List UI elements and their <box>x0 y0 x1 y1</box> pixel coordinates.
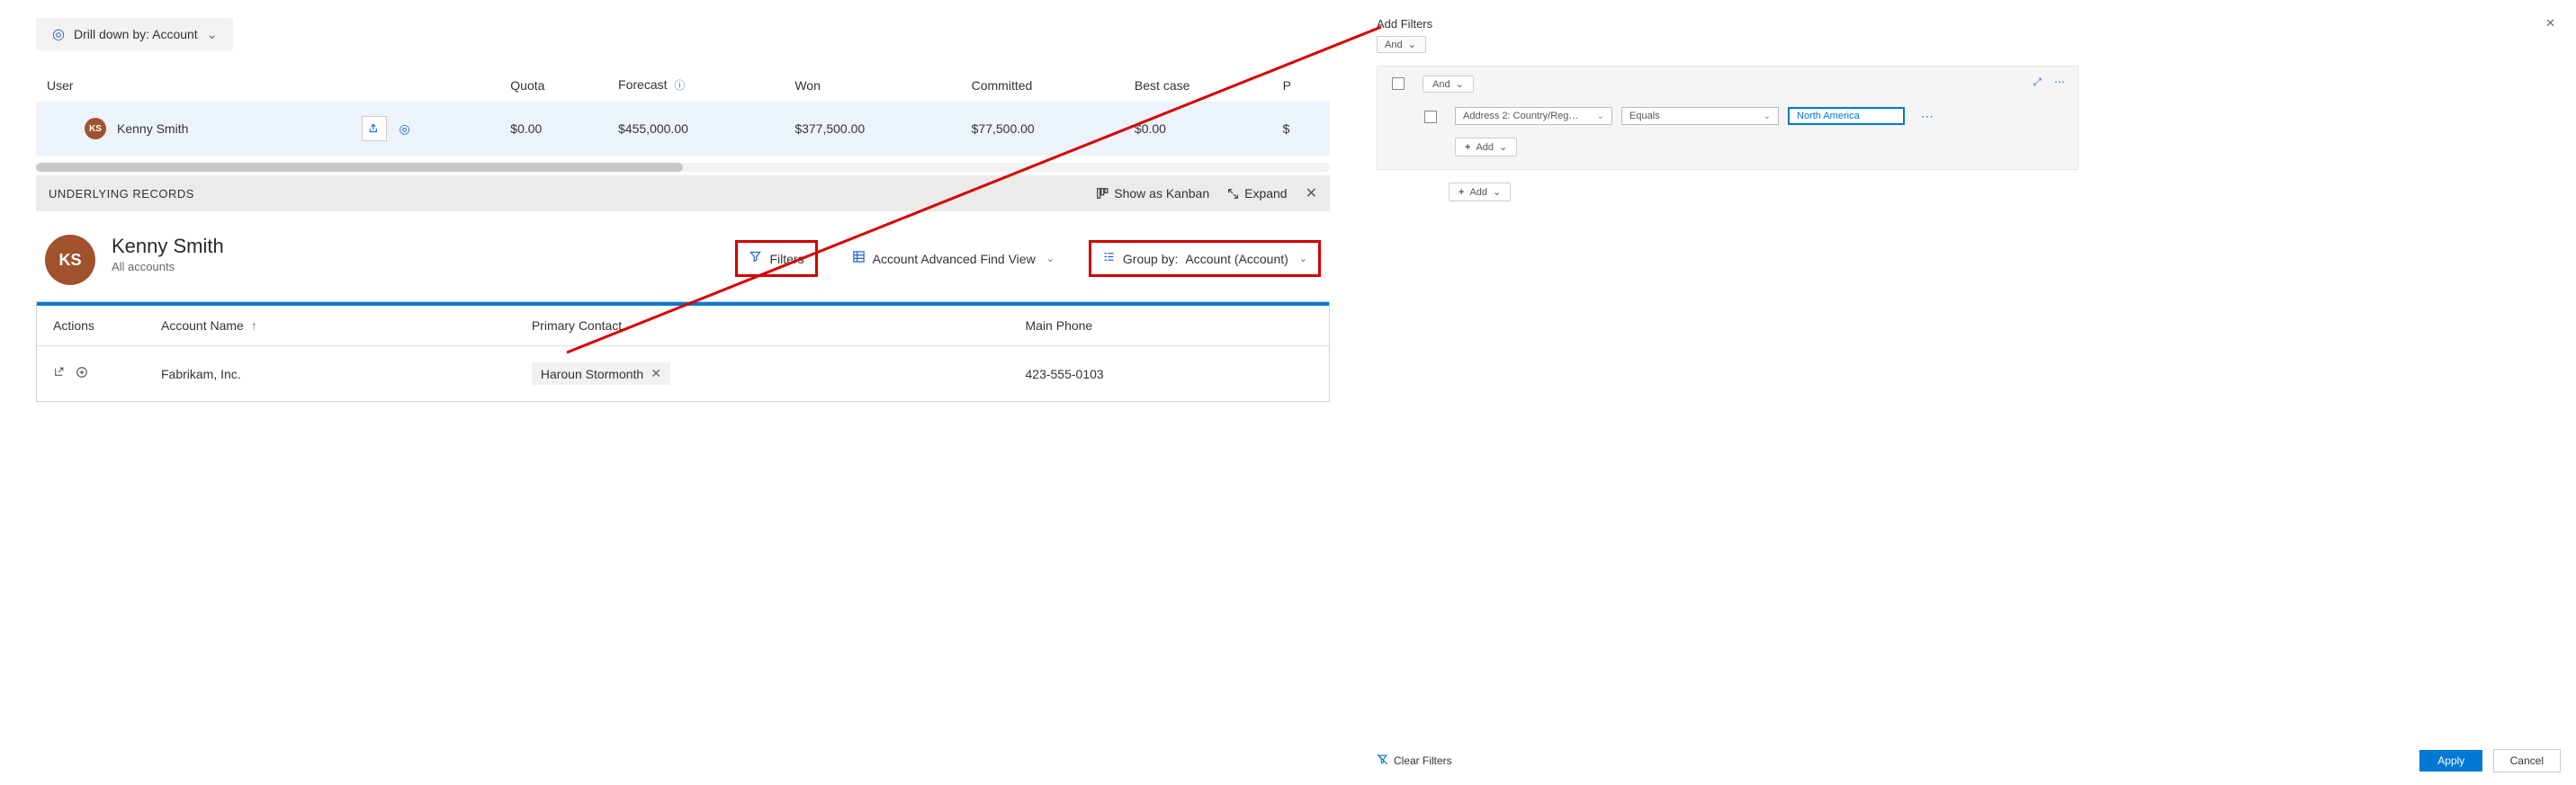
expand-group-icon[interactable]: ⤢ <box>2033 76 2042 89</box>
field-select[interactable]: Address 2: Country/Reg… ⌄ <box>1455 107 1612 125</box>
filter-group: ⤢ ⋯ And ⌄ Address 2: Country/Reg… ⌄ Equa… <box>1377 66 2078 170</box>
group-checkbox[interactable] <box>1392 77 1405 90</box>
cell-forecast: $455,000.00 <box>607 102 784 156</box>
contact-chip[interactable]: Haroun Stormonth ✕ <box>532 362 670 385</box>
cell-won: $377,500.00 <box>784 102 960 156</box>
info-icon: ⓘ <box>674 79 685 92</box>
view-selector-button[interactable]: Account Advanced Find View ⌄ <box>841 243 1065 274</box>
show-as-kanban-button[interactable]: Show as Kanban <box>1096 186 1209 201</box>
filters-button[interactable]: Filters <box>735 240 817 277</box>
detail-avatar: KS <box>45 235 95 285</box>
chevron-down-icon: ⌄ <box>1764 112 1771 121</box>
cell-account-name: Fabrikam, Inc. <box>145 346 516 402</box>
sort-asc-icon: ↑ <box>251 318 257 333</box>
chevron-down-icon: ⌄ <box>1493 186 1501 198</box>
detail-name: Kenny Smith <box>112 235 224 258</box>
cancel-button[interactable]: Cancel <box>2493 749 2561 772</box>
group-more-icon[interactable]: ⋯ <box>2054 76 2065 89</box>
operator-select[interactable]: Equals ⌄ <box>1621 107 1779 125</box>
col-user[interactable]: User <box>36 68 351 102</box>
group-icon <box>1102 250 1116 267</box>
col-won[interactable]: Won <box>784 68 960 102</box>
col-primary-contact[interactable]: Primary Contact <box>516 306 1010 346</box>
chevron-down-icon: ⌄ <box>1299 253 1307 264</box>
filters-panel-title: Add Filters <box>1377 17 1432 31</box>
chevron-down-icon: ⌄ <box>207 27 218 42</box>
add-condition-button[interactable]: + Add ⌄ <box>1455 138 1517 156</box>
user-avatar: KS <box>85 118 106 139</box>
cell-main-phone: 423-555-0103 <box>1010 346 1330 402</box>
chevron-down-icon: ⌄ <box>1499 141 1507 153</box>
table-icon <box>852 250 866 267</box>
records-grid: Actions Account Name ↑ Primary Contact M… <box>36 301 1330 402</box>
filter-row: Address 2: Country/Reg… ⌄ Equals ⌄ North… <box>1455 107 2067 125</box>
share-button[interactable] <box>362 116 387 141</box>
col-bestcase[interactable]: Best case <box>1124 68 1272 102</box>
drill-down-button[interactable]: ◎ Drill down by: Account ⌄ <box>36 18 233 50</box>
clear-filter-icon <box>1377 754 1388 768</box>
apply-button[interactable]: Apply <box>2419 750 2482 772</box>
col-account-name[interactable]: Account Name ↑ <box>145 306 516 346</box>
filter-icon <box>749 250 762 267</box>
section-title: UNDERLYING RECORDS <box>49 187 194 201</box>
col-committed[interactable]: Committed <box>961 68 1124 102</box>
group-operator-button[interactable]: And ⌄ <box>1423 76 1474 93</box>
col-forecast[interactable]: Forecast ⓘ <box>607 68 784 102</box>
row-more-icon[interactable]: ⋯ <box>1921 109 1934 124</box>
cell-bestcase: $0.00 <box>1124 102 1272 156</box>
chevron-down-icon: ⌄ <box>1456 78 1464 90</box>
drill-down-label: Drill down by: Account <box>74 27 198 41</box>
cell-committed: $77,500.00 <box>961 102 1124 156</box>
col-main-phone[interactable]: Main Phone <box>1010 306 1330 346</box>
target-icon: ◎ <box>52 25 65 43</box>
add-record-icon[interactable] <box>76 366 88 381</box>
add-group-button[interactable]: + Add ⌄ <box>1449 183 1511 201</box>
detail-subtitle: All accounts <box>112 260 224 273</box>
col-pipeline[interactable]: P <box>1272 68 1330 102</box>
forecast-row[interactable]: KS Kenny Smith ◎ $0.00 $455,000.00 $377,… <box>36 102 1330 156</box>
root-operator-button[interactable]: And ⌄ <box>1377 36 1426 53</box>
horizontal-scrollbar[interactable] <box>36 163 1330 172</box>
group-by-button[interactable]: Group by: Account (Account) ⌄ <box>1089 240 1321 277</box>
underlying-records-bar: UNDERLYING RECORDS Show as Kanban Expand… <box>36 175 1330 211</box>
chevron-down-icon: ⌄ <box>1046 253 1055 264</box>
col-actions[interactable]: Actions <box>37 306 145 346</box>
remove-chip-icon[interactable]: ✕ <box>651 366 661 381</box>
plus-icon: + <box>1459 187 1464 198</box>
forecast-table: User Quota Forecast ⓘ Won Committed Best… <box>36 68 1330 156</box>
close-icon[interactable]: ✕ <box>1306 184 1317 202</box>
value-input[interactable]: North America <box>1788 107 1905 125</box>
expand-button[interactable]: Expand <box>1227 186 1287 201</box>
chevron-down-icon: ⌄ <box>1597 112 1604 121</box>
table-row[interactable]: Fabrikam, Inc. Haroun Stormonth ✕ 423-55… <box>37 346 1329 402</box>
target-button[interactable]: ◎ <box>392 116 417 141</box>
plus-icon: + <box>1465 142 1470 153</box>
cell-quota: $0.00 <box>499 102 607 156</box>
col-quota[interactable]: Quota <box>499 68 607 102</box>
user-name: Kenny Smith <box>117 121 188 136</box>
chevron-down-icon: ⌄ <box>1408 39 1416 50</box>
close-icon[interactable]: ✕ <box>2545 16 2555 31</box>
cell-pipeline: $ <box>1272 102 1330 156</box>
scroll-thumb[interactable] <box>36 163 683 172</box>
open-record-icon[interactable] <box>53 366 65 381</box>
clear-filters-button[interactable]: Clear Filters <box>1377 754 1452 768</box>
row-checkbox[interactable] <box>1424 111 1437 123</box>
